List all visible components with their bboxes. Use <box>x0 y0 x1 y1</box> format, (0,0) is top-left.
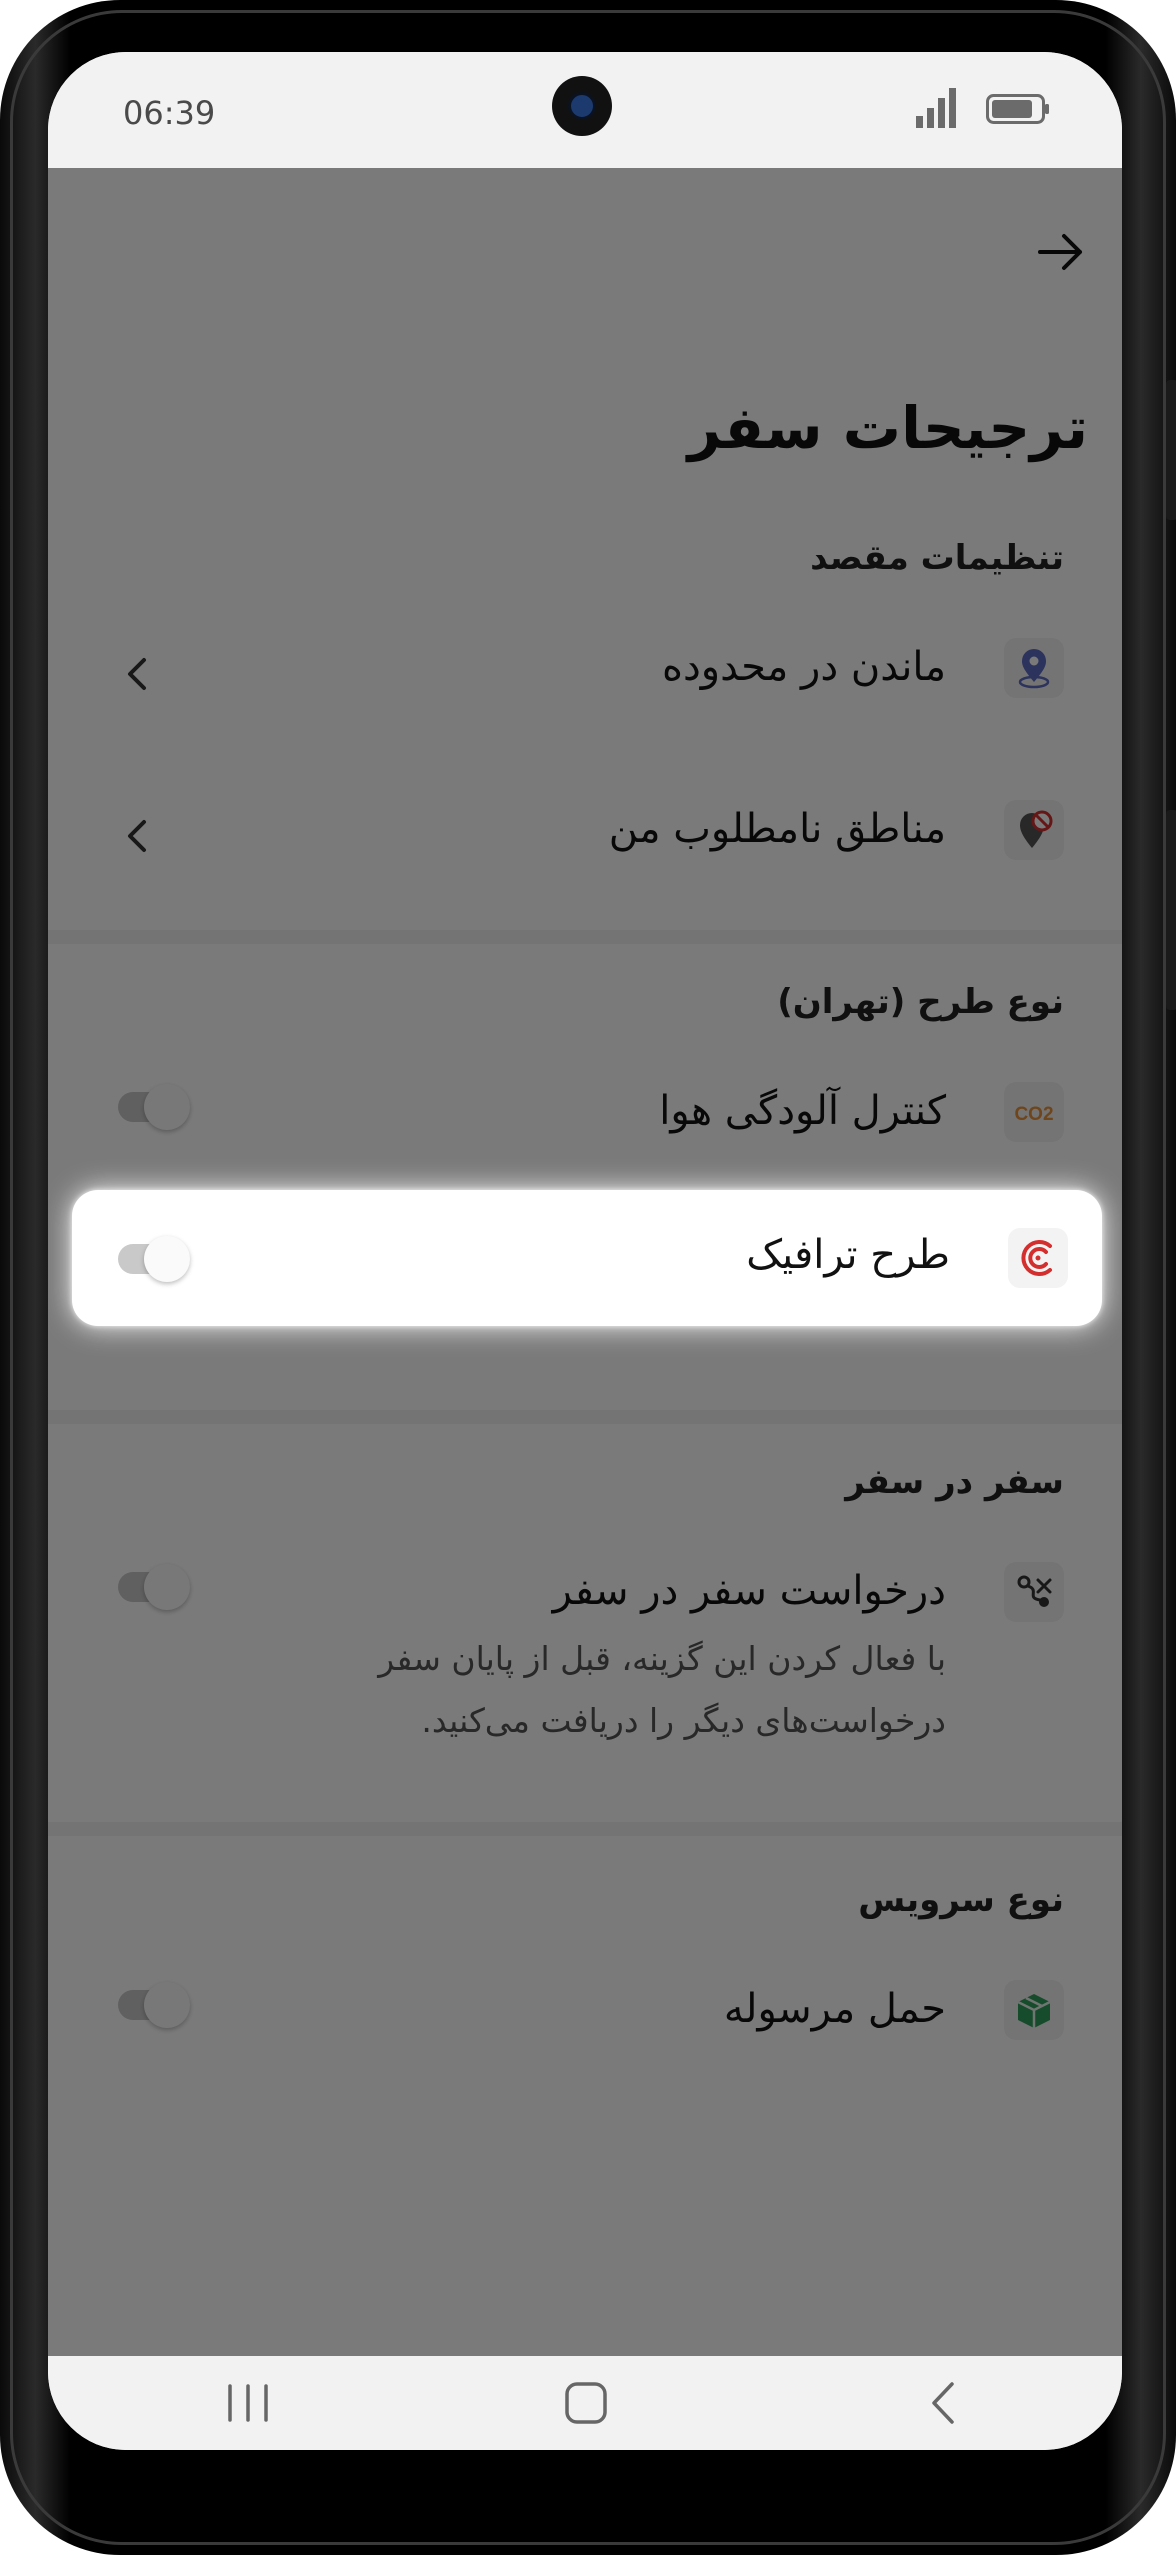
section-divider <box>48 1822 1122 1836</box>
page-title: ترجیحات سفر <box>687 394 1088 462</box>
blocked-location-icon <box>1004 800 1064 860</box>
list-item-label: حمل مرسوله <box>723 1986 946 2032</box>
battery-icon <box>986 94 1049 124</box>
co2-icon: CO2 <box>1004 1082 1064 1142</box>
trip-in-trip-toggle[interactable] <box>114 1564 194 1610</box>
chevron-left-icon <box>128 820 146 852</box>
section-header-service-type: نوع سرویس <box>858 1880 1064 1920</box>
description-line: با فعال کردن این گزینه، قبل از پایان سفر <box>378 1639 946 1678</box>
section-divider <box>48 930 1122 944</box>
list-item-description: با فعال کردن این گزینه، قبل از پایان سفر… <box>326 1628 946 1752</box>
list-item-label: مناطق نامطلوب من <box>608 806 946 852</box>
section-header-plan-type: نوع طرح (تهران) <box>777 982 1064 1022</box>
list-item-label: درخواست سفر در سفر <box>552 1568 946 1614</box>
description-line: درخواست‌های دیگر را دریافت می‌کنید. <box>421 1701 946 1740</box>
back-arrow-icon[interactable] <box>1036 230 1086 274</box>
recent-apps-icon[interactable] <box>218 2378 278 2428</box>
volume-button <box>1166 380 1176 520</box>
power-button <box>1166 810 1176 1010</box>
signal-icon <box>916 88 956 128</box>
phone-frame: 06:39 ترجیحات سفر تنظیمات مقصد ماندن در … <box>0 0 1176 2555</box>
section-header-destination: تنظیمات مقصد <box>810 538 1064 578</box>
package-icon <box>1004 1980 1064 2040</box>
co2-icon-text: CO2 <box>1014 1104 1053 1125</box>
section-header-in-trip: سفر در سفر <box>845 1462 1064 1502</box>
home-icon[interactable] <box>558 2378 614 2428</box>
traffic-plan-toggle[interactable] <box>114 1236 194 1282</box>
list-item-label: ماندن در محدوده <box>661 644 946 690</box>
chevron-left-icon <box>128 658 146 690</box>
location-pin-icon <box>1004 638 1064 698</box>
back-icon[interactable] <box>920 2378 970 2428</box>
air-pollution-toggle[interactable] <box>114 1084 194 1130</box>
traffic-plan-icon <box>1008 1228 1068 1288</box>
route-icon <box>1004 1562 1064 1622</box>
system-nav-bar <box>48 2356 1122 2450</box>
front-camera <box>552 76 612 136</box>
list-item-label: طرح ترافیک <box>746 1232 950 1278</box>
list-item-label: کنترل آلودگی هوا <box>659 1088 946 1134</box>
package-delivery-toggle[interactable] <box>114 1982 194 2028</box>
screen: 06:39 ترجیحات سفر تنظیمات مقصد ماندن در … <box>48 52 1122 2450</box>
status-time: 06:39 <box>123 94 216 132</box>
status-bar: 06:39 <box>48 52 1122 168</box>
section-divider <box>48 1410 1122 1424</box>
list-item-traffic-plan[interactable]: طرح ترافیک <box>72 1190 1102 1326</box>
